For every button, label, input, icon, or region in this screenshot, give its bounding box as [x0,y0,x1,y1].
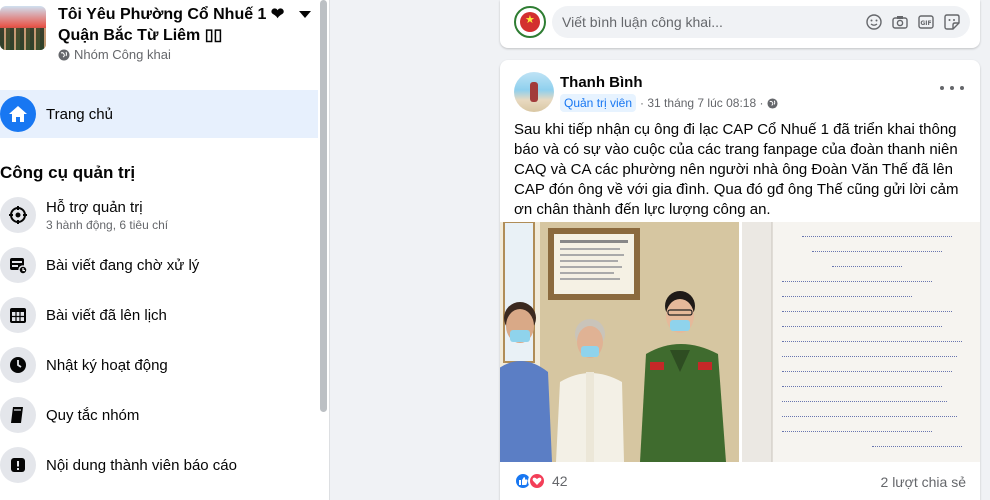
section-title-admin-tools: Công cụ quản trị [0,163,136,182]
admin-role-badge[interactable]: Quản trị viên [560,94,637,112]
handwritten-letter-lines [782,228,972,458]
reaction-summary[interactable]: 42 [514,472,568,490]
avatar[interactable]: ★ [514,6,546,38]
post-photo-letter[interactable] [742,222,980,462]
admin-assist-icon [0,197,36,233]
globe-icon [767,97,779,109]
home-icon [0,96,36,132]
chevron-down-icon[interactable] [298,10,312,20]
post: Thanh Bình Quản trị viên · 31 tháng 7 lú… [500,60,980,500]
share-count[interactable]: 2 lượt chia sẻ [881,474,966,490]
post-meta: Quản trị viên · 31 tháng 7 lúc 08:18 · [560,94,779,112]
camera-icon[interactable] [892,14,908,30]
comment-input-placeholder: Viết bình luận công khai... [562,14,723,30]
group-privacy-label: Nhóm Công khai [74,47,171,62]
sidebar-item-member-reported-content[interactable]: Nội dung thành viên báo cáo [0,441,318,489]
sidebar-item-home[interactable]: Trang chủ [0,90,318,138]
sidebar-item-label: Trang chủ [46,105,113,123]
group-header: Tôi Yêu Phường Cổ Nhuế 1 ❤ Quận Bắc Từ L… [0,0,318,78]
love-reaction-icon [528,472,546,490]
group-privacy: Nhóm Công khai [58,47,171,62]
comment-composer: ★ Viết bình luận công khai... GIF [500,0,980,48]
sidebar-item-group-rules[interactable]: Quy tắc nhóm [0,391,318,439]
sidebar: Tôi Yêu Phường Cổ Nhuế 1 ❤ Quận Bắc Từ L… [0,0,330,500]
sidebar-scrollbar-thumb[interactable] [320,0,327,412]
comment-input[interactable]: Viết bình luận công khai... GIF [552,6,970,38]
gif-icon[interactable]: GIF [918,14,934,30]
sidebar-item-pending-posts[interactable]: Bài viết đang chờ xử lý [0,241,318,289]
admin-item-label: Hỗ trợ quản trị [46,198,143,216]
dot-icon [950,86,954,90]
report-icon [0,447,36,483]
admin-item-sublabel: 3 hành động, 6 tiêu chí [46,217,169,232]
sidebar-item-admin-assist[interactable]: Hỗ trợ quản trị 3 hành động, 6 tiêu chí [0,191,318,239]
reaction-count: 42 [552,473,568,489]
avatar[interactable] [514,72,554,112]
admin-item-label: Bài viết đã lên lịch [46,306,167,324]
group-cover-thumbnail[interactable] [0,6,46,50]
post-timestamp[interactable]: · 31 tháng 7 lúc 08:18 · [640,96,763,110]
post-photo-people[interactable] [500,222,739,462]
dot-icon [960,86,964,90]
clock-icon [0,347,36,383]
sticker-icon[interactable] [944,14,960,30]
calendar-icon [0,297,36,333]
admin-item-label: Nội dung thành viên báo cáo [46,456,237,474]
sidebar-item-activity-log[interactable]: Nhật ký hoạt động [0,341,318,389]
post-author-name[interactable]: Thanh Bình [560,74,643,91]
feed: ★ Viết bình luận công khai... GIF Thanh [330,0,990,500]
dot-icon [940,86,944,90]
emoji-icon[interactable] [866,14,882,30]
group-title[interactable]: Tôi Yêu Phường Cổ Nhuế 1 ❤ Quận Bắc Từ L… [58,4,288,46]
post-body-text: Sau khi tiếp nhận cụ ông đi lạc CAP Cổ N… [514,121,959,218]
admin-item-label: Quy tắc nhóm [46,406,140,424]
admin-item-label: Bài viết đang chờ xử lý [46,256,200,274]
admin-item-label: Nhật ký hoạt động [46,356,168,374]
svg-text:GIF: GIF [920,20,931,27]
globe-icon [58,49,70,60]
post-more-options-button[interactable] [940,82,964,94]
sidebar-item-scheduled-posts[interactable]: Bài viết đã lên lịch [0,291,318,339]
comment-tools: GIF [866,6,960,38]
book-icon [0,397,36,433]
pending-posts-icon [0,247,36,283]
